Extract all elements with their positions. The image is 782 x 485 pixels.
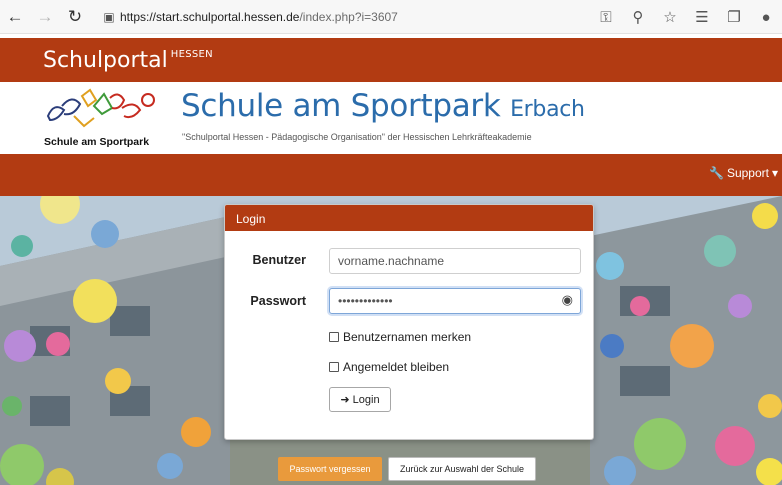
support-menu[interactable]: 🔧 Support ▾ [709,166,778,180]
forward-arrow-icon[interactable]: → [30,3,60,31]
main-navbar: 🔧 Support ▾ [0,154,782,196]
login-panel-title: Login [225,205,593,231]
favorites-list-icon[interactable]: ☰ [686,3,718,31]
remember-user-checkbox[interactable]: Benutzernamen merken [329,330,471,344]
portal-brand-sup: HESSEN [170,48,213,60]
browser-toolbar: ← → ↻ ▣ https://start.schulportal.hessen… [0,0,782,34]
sign-in-icon: ➜ [340,394,350,406]
wrench-icon: 🔧 [708,166,724,180]
username-input[interactable]: vorname.nachname [329,248,581,274]
zoom-icon[interactable]: ⚲ [622,3,654,31]
portal-brand[interactable]: Schulportal HESSEN [43,48,213,73]
username-placeholder: vorname.nachname [338,254,445,268]
user-row: Benutzer [225,253,306,267]
caret-down-icon: ▾ [771,166,778,180]
favorite-star-icon[interactable]: ☆ [654,3,686,31]
portal-brand-text: Schulportal [43,47,168,73]
user-label: Benutzer [252,253,306,267]
password-input[interactable]: ••••••••••••• ◉ [329,288,581,314]
support-label: Support [726,166,769,180]
school-subtitle: "Schulportal Hessen - Pädagogische Organ… [182,132,532,142]
collections-icon[interactable]: ❐ [718,3,750,31]
login-button-label: Login [352,393,380,406]
school-header: Schule am Sportpark Schule am Sportpark … [0,82,782,154]
logo-caption: Schule am Sportpark [44,136,150,148]
checkbox-box[interactable] [329,362,339,372]
back-arrow-icon[interactable]: ← [0,3,30,31]
school-name-text: Schule am Sportpark [181,88,501,124]
key-icon[interactable]: ⚿ [590,3,622,31]
school-city: Erbach [510,97,585,122]
back-to-school-selection-button[interactable]: Zurück zur Auswahl der Schule [388,457,536,481]
lock-icon: ▣ [103,9,115,24]
eye-icon[interactable]: ◉ [562,292,573,308]
password-value: ••••••••••••• [338,294,393,308]
password-label: Passwort [250,294,306,308]
portal-header: Schulportal HESSEN [0,38,782,82]
password-row: Passwort [225,294,306,308]
url-host: https://start.schulportal.hessen.de [120,9,300,24]
stay-logged-in-label: Angemeldet bleiben [343,360,450,374]
stay-logged-in-checkbox[interactable]: Angemeldet bleiben [329,360,449,374]
remember-user-label: Benutzernamen merken [343,330,472,344]
reload-icon[interactable]: ↻ [60,3,90,31]
checkbox-box[interactable] [329,332,339,342]
url-path: /index.php?i=3607 [299,9,398,24]
login-panel: Login Benutzer vorname.nachname Passwort… [224,204,594,440]
url-text: https://start.schulportal.hessen.de/inde… [120,10,398,24]
login-button[interactable]: ➜ Login [329,387,391,412]
forgot-password-button[interactable]: Passwort vergessen [278,457,382,481]
profile-icon[interactable]: ● [750,3,782,31]
address-bar[interactable]: ▣ https://start.schulportal.hessen.de/in… [98,4,518,30]
school-name: Schule am Sportpark Erbach [181,88,585,124]
